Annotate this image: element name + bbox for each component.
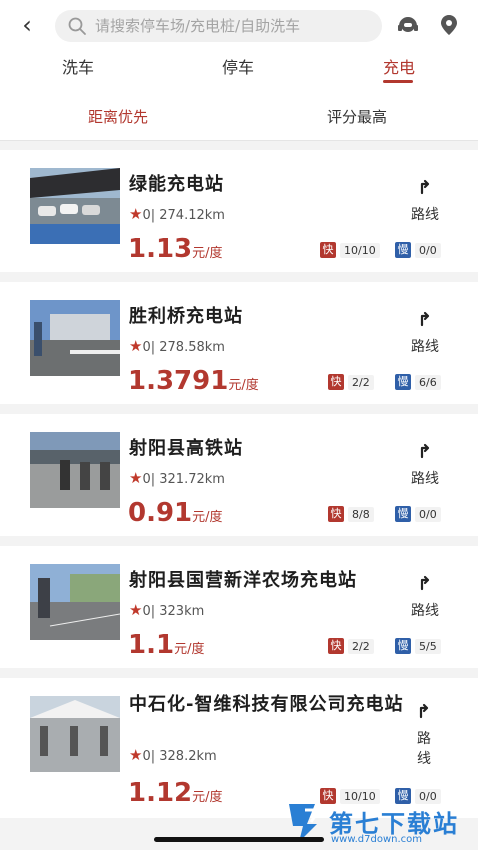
station-photo: [30, 432, 120, 508]
star-icon: ★: [129, 337, 143, 355]
station-name: 中石化-智维科技有限公司充电站: [129, 694, 404, 715]
star-icon: ★: [129, 469, 143, 487]
tab-charging[interactable]: 充电: [383, 54, 415, 78]
route-button[interactable]: 路线: [405, 306, 445, 356]
station-rating: ★0| 278.58km: [129, 337, 225, 355]
station-price: 1.13元/度: [128, 234, 223, 264]
search-bar[interactable]: [55, 10, 382, 42]
fast-charger-count: 快 2/2: [328, 638, 374, 654]
station-photo: [30, 300, 120, 376]
station-name: 射阳县高铁站: [129, 438, 243, 459]
search-input[interactable]: [95, 10, 375, 42]
station-photo: [30, 168, 120, 244]
station-price: 1.12元/度: [128, 778, 223, 808]
location-pin-icon[interactable]: [437, 13, 461, 37]
station-rating: ★0| 274.12km: [129, 205, 225, 223]
category-tabs: 洗车 停车 充电: [0, 50, 478, 90]
search-icon: [68, 17, 86, 35]
route-arrow-icon: [414, 307, 436, 329]
station-name: 射阳县国营新洋农场充电站: [129, 570, 357, 591]
station-price: 1.3791元/度: [128, 366, 259, 396]
station-card[interactable]: 胜利桥充电站 ★0| 278.58km 1.3791元/度 路线 快 2/2 慢6…: [0, 282, 478, 404]
station-price: 1.1元/度: [128, 630, 205, 660]
station-name: 绿能充电站: [129, 174, 224, 195]
station-card[interactable]: 中石化-智维科技有限公司充电站 ★0| 328.2km 1.12元/度 路线 快…: [0, 678, 478, 818]
top-bar: ‹: [0, 0, 478, 50]
station-photo: [30, 696, 120, 772]
route-arrow-icon: [413, 699, 435, 721]
fast-charger-count: 快 2/2: [328, 374, 374, 390]
station-name: 胜利桥充电站: [129, 306, 243, 327]
station-rating: ★0| 328.2km: [129, 746, 217, 764]
back-icon[interactable]: ‹: [14, 12, 40, 38]
star-icon: ★: [129, 205, 143, 223]
slow-charger-count: 慢 5/5: [395, 638, 441, 654]
route-arrow-icon: [414, 175, 436, 197]
station-price: 0.91元/度: [128, 498, 223, 528]
sort-rating[interactable]: 评分最高: [327, 106, 387, 127]
slow-charger-count: 慢 0/0: [395, 506, 441, 522]
route-button[interactable]: 路线: [405, 174, 445, 224]
station-rating: ★0| 321.72km: [129, 469, 225, 487]
sort-bar: 距离优先 评分最高: [0, 90, 478, 141]
watermark-url: www.d7down.com: [331, 834, 423, 845]
home-indicator[interactable]: [154, 837, 324, 842]
station-card[interactable]: 绿能充电站 ★0| 274.12km 1.13元/度 路线 快 10/10 慢 0/…: [0, 150, 478, 272]
star-icon: ★: [129, 746, 143, 764]
tab-car-wash[interactable]: 洗车: [62, 54, 94, 78]
station-card[interactable]: 射阳县国营新洋农场充电站 ★0| 323km 1.1元/度 路线 快 2/2 慢5…: [0, 546, 478, 668]
sort-distance[interactable]: 距离优先: [88, 106, 148, 127]
route-arrow-icon: [414, 439, 436, 461]
active-tab-indicator: [383, 80, 413, 83]
route-button[interactable]: 路线: [412, 698, 436, 768]
route-button[interactable]: 路线: [405, 570, 445, 620]
station-rating: ★0| 323km: [129, 601, 205, 619]
slow-charger-count: 慢 0/0: [395, 242, 441, 258]
route-arrow-icon: [414, 571, 436, 593]
station-card[interactable]: 射阳县高铁站 ★0| 321.72km 0.91元/度 路线 快 8/8 慢 0/0: [0, 414, 478, 536]
tab-parking[interactable]: 停车: [222, 54, 254, 78]
station-photo: [30, 564, 120, 640]
customer-service-icon[interactable]: [396, 13, 420, 37]
route-button[interactable]: 路线: [405, 438, 445, 488]
fast-charger-count: 快 8/8: [328, 506, 374, 522]
slow-charger-count: 慢 6/6: [395, 374, 441, 390]
star-icon: ★: [129, 601, 143, 619]
fast-charger-count: 快 10/10: [320, 242, 380, 258]
